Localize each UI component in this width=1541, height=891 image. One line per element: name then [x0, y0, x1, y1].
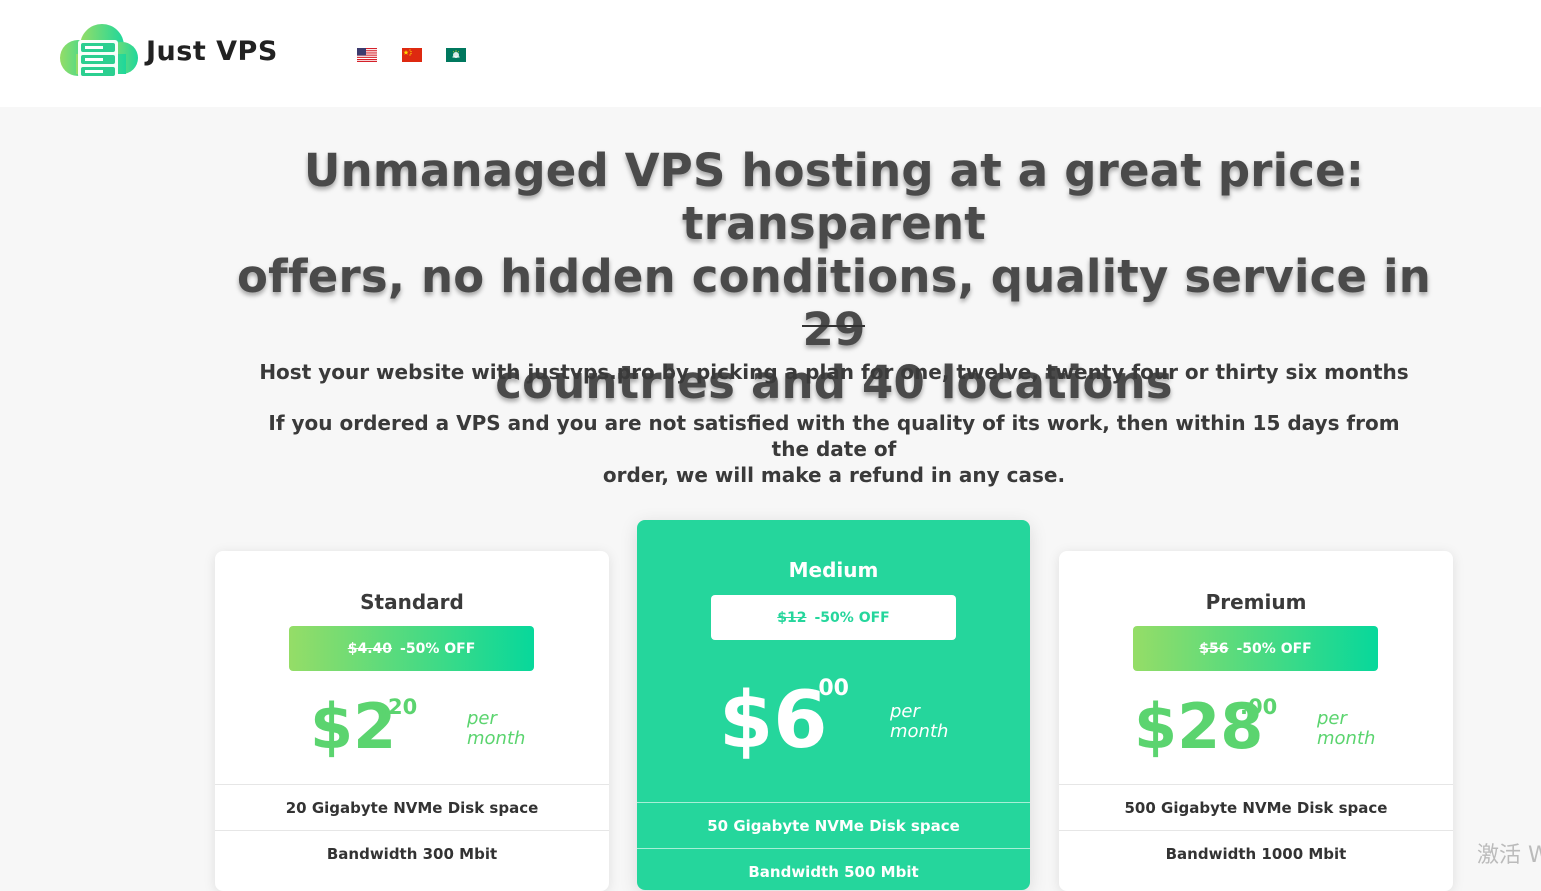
hero-title-line: offers, no hidden conditions, quality se…	[237, 250, 1431, 356]
price-period: per month	[467, 709, 525, 749]
plan-feature: 500 Gigabyte NVMe Disk space	[1059, 784, 1453, 831]
hero-title-line: Unmanaged VPS hosting at a great price: …	[303, 144, 1365, 250]
plan-card-standard[interactable]: Standard $4.40 -50% OFF $2 .20 per month…	[215, 551, 609, 891]
brand-name[interactable]: Just VPS	[146, 36, 278, 67]
price-cents: .00	[810, 676, 849, 701]
price-period: per month	[1317, 709, 1375, 749]
plan-card-premium[interactable]: Premium $56 -50% OFF $28 .00 per month 5…	[1059, 551, 1453, 891]
price-period: per month	[890, 702, 948, 742]
macau-flag-icon[interactable]	[446, 48, 466, 62]
discount-badge[interactable]: $12 -50% OFF	[711, 595, 956, 640]
refund-notice: If you ordered a VPS and you are not sat…	[250, 410, 1418, 488]
old-price: $4.40	[347, 640, 393, 657]
us-flag-icon[interactable]	[357, 48, 377, 62]
plan-name: Premium	[1205, 590, 1307, 614]
plan-name: Standard	[360, 590, 464, 614]
hero-subtitle: Host your website with justvps.pro by pi…	[259, 360, 1409, 384]
old-price: $56	[1199, 640, 1229, 657]
cloud-server-logo-icon[interactable]	[58, 24, 142, 80]
refund-notice-line: order, we will make a refund in any case…	[602, 463, 1066, 487]
price-cents: .00	[1240, 695, 1278, 719]
plan-feature: 50 Gigabyte NVMe Disk space	[637, 802, 1030, 849]
discount-label: -50% OFF	[1236, 640, 1312, 657]
period-month: month	[890, 721, 949, 742]
hero-divider	[802, 325, 865, 327]
plan-feature: 20 Gigabyte NVMe Disk space	[215, 784, 609, 831]
discount-badge[interactable]: $4.40 -50% OFF	[289, 626, 534, 671]
plan-card-medium[interactable]: Medium $12 -50% OFF $6 .00 per month 50 …	[637, 520, 1030, 890]
discount-label: -50% OFF	[400, 640, 476, 657]
period-month: month	[1317, 728, 1376, 749]
old-price: $12	[777, 609, 807, 626]
period-per: per	[890, 701, 920, 722]
discount-label: -50% OFF	[814, 609, 890, 626]
china-flag-icon[interactable]	[402, 48, 422, 62]
plan-name: Medium	[788, 558, 879, 582]
site-header: Just VPS	[0, 0, 1541, 107]
activation-watermark: 激活 W	[1477, 843, 1541, 868]
price-cents: .20	[380, 695, 418, 719]
plan-feature: Bandwidth 500 Mbit	[637, 848, 1030, 890]
refund-notice-line: If you ordered a VPS and you are not sat…	[268, 411, 1400, 461]
period-per: per	[1317, 708, 1347, 729]
period-month: month	[467, 728, 526, 749]
period-per: per	[467, 708, 497, 729]
discount-badge[interactable]: $56 -50% OFF	[1133, 626, 1378, 671]
